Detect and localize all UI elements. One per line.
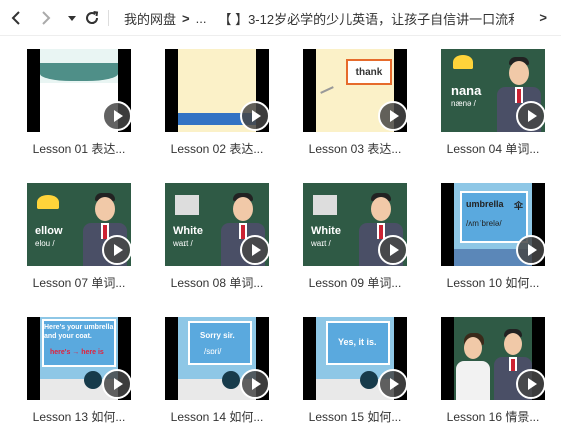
rabbit-image	[313, 195, 337, 215]
video-card-lesson-09[interactable]: White waɪt / Lesson 09 单词...	[303, 170, 441, 295]
chevron-right-icon	[40, 10, 52, 26]
video-thumbnail: White waɪt /	[303, 183, 407, 266]
banana-image	[453, 55, 473, 69]
forward-button[interactable]	[36, 8, 56, 28]
video-card-lesson-15[interactable]: Yes, it is. Lesson 15 如何...	[303, 304, 441, 429]
play-icon[interactable]	[102, 369, 131, 399]
play-icon[interactable]	[516, 101, 545, 131]
video-card-lesson-02[interactable]: Lesson 02 表达...	[165, 36, 303, 161]
video-card-lesson-13[interactable]: Here's your umbrella and your coat. here…	[27, 304, 165, 429]
play-icon[interactable]	[516, 235, 545, 265]
caret-down-icon	[67, 13, 77, 23]
scene-phonetic: nænə /	[451, 99, 476, 108]
word-sign: thank	[346, 59, 392, 85]
video-card-lesson-03[interactable]: thank Lesson 03 表达...	[303, 36, 441, 161]
play-icon[interactable]	[240, 101, 269, 131]
video-card-lesson-14[interactable]: Sorry sir. /sɒri/ Lesson 14 如何...	[165, 304, 303, 429]
video-thumbnail: Yes, it is.	[303, 317, 407, 400]
video-thumbnail	[165, 49, 269, 132]
video-title[interactable]: Lesson 15 如何...	[299, 408, 411, 425]
scene-word: Sorry sir.	[200, 331, 235, 340]
play-icon[interactable]	[102, 235, 131, 265]
scene-word: ellow	[35, 225, 63, 237]
rabbit-image	[175, 195, 199, 215]
play-icon[interactable]	[378, 235, 407, 265]
video-title[interactable]: Lesson 03 表达...	[299, 140, 411, 157]
video-title[interactable]: Lesson 14 如何...	[161, 408, 273, 425]
video-title[interactable]: Lesson 10 如何...	[437, 274, 549, 291]
video-thumbnail	[27, 49, 131, 132]
scene-phonetic: elou /	[35, 239, 55, 248]
video-card-lesson-04[interactable]: nana nænə / Lesson 04 单词...	[441, 36, 561, 161]
play-icon[interactable]	[378, 369, 407, 399]
breadcrumb-current: 【 】3-12岁必学的少儿英语，让孩子自信讲一口流利的英语	[218, 11, 514, 27]
video-thumbnail: White waɪt /	[165, 183, 269, 266]
video-card-lesson-16[interactable]: Lesson 16 情景...	[441, 304, 561, 429]
breadcrumb-more-arrow[interactable]: >	[539, 10, 547, 25]
breadcrumb: 我的网盘 > ... 【 】3-12岁必学的少儿英语，让孩子自信讲一口流利的英语	[124, 0, 561, 36]
banana-image	[37, 195, 59, 209]
refresh-button[interactable]	[82, 8, 102, 28]
video-thumbnail: Sorry sir. /sɒri/	[165, 317, 269, 400]
video-grid: Lesson 01 表达... Lesson 02 表达... thank Le…	[0, 36, 561, 441]
video-card-lesson-08[interactable]: White waɪt / Lesson 08 单词...	[165, 170, 303, 295]
teacher-figure-left	[456, 333, 490, 400]
play-icon[interactable]	[102, 101, 131, 131]
video-title[interactable]: Lesson 02 表达...	[161, 140, 273, 157]
scene-phonetic: /sɒri/	[204, 347, 222, 356]
scene-word: White	[173, 225, 203, 237]
back-button[interactable]	[6, 8, 26, 28]
video-title[interactable]: Lesson 04 单词...	[437, 140, 549, 157]
scene-word: Here's your umbrella and your coat.	[44, 324, 114, 340]
scene-word: nana	[451, 83, 482, 98]
scene-extra: 伞	[514, 201, 524, 211]
video-title[interactable]: Lesson 09 单词...	[299, 274, 411, 291]
video-thumbnail: Here's your umbrella and your coat. here…	[27, 317, 131, 400]
play-icon[interactable]	[240, 235, 269, 265]
scene-phonetic: waɪt /	[173, 239, 193, 248]
play-icon[interactable]	[378, 101, 407, 131]
scene-phonetic: waɪt /	[311, 239, 331, 248]
video-card-lesson-01[interactable]: Lesson 01 表达...	[27, 36, 165, 161]
play-icon[interactable]	[240, 369, 269, 399]
history-dropdown[interactable]	[62, 8, 82, 28]
video-card-lesson-10[interactable]: umbrella 伞 /ʌmˈbrelə/ Lesson 10 如何...	[441, 170, 561, 295]
play-icon[interactable]	[516, 369, 545, 399]
video-thumbnail: ellow elou /	[27, 183, 131, 266]
video-thumbnail	[441, 317, 545, 400]
video-title[interactable]: Lesson 16 情景...	[437, 408, 549, 425]
scene-phonetic: /ʌmˈbrelə/	[466, 219, 502, 228]
breadcrumb-ellipsis[interactable]: ...	[196, 11, 207, 26]
toolbar: 我的网盘 > ... 【 】3-12岁必学的少儿英语，让孩子自信讲一口流利的英语…	[0, 0, 561, 36]
video-title[interactable]: Lesson 07 单词...	[23, 274, 135, 291]
scene-phonetic: here's → here is	[50, 349, 104, 356]
video-thumbnail: umbrella 伞 /ʌmˈbrelə/	[441, 183, 545, 266]
chevron-left-icon	[10, 10, 22, 26]
scene-word: White	[311, 225, 341, 237]
video-card-lesson-07[interactable]: ellow elou / Lesson 07 单词...	[27, 170, 165, 295]
video-thumbnail: nana nænə /	[441, 49, 545, 132]
word-board	[188, 321, 252, 365]
video-title[interactable]: Lesson 01 表达...	[23, 140, 135, 157]
video-title[interactable]: Lesson 13 如何...	[23, 408, 135, 425]
toolbar-divider	[108, 10, 109, 26]
refresh-icon	[84, 10, 100, 26]
breadcrumb-separator: >	[182, 10, 190, 26]
scene-word: Yes, it is.	[338, 337, 377, 347]
video-title[interactable]: Lesson 08 单词...	[161, 274, 273, 291]
video-thumbnail: thank	[303, 49, 407, 132]
scene-word: umbrella	[466, 199, 504, 209]
breadcrumb-root[interactable]: 我的网盘	[124, 9, 176, 28]
